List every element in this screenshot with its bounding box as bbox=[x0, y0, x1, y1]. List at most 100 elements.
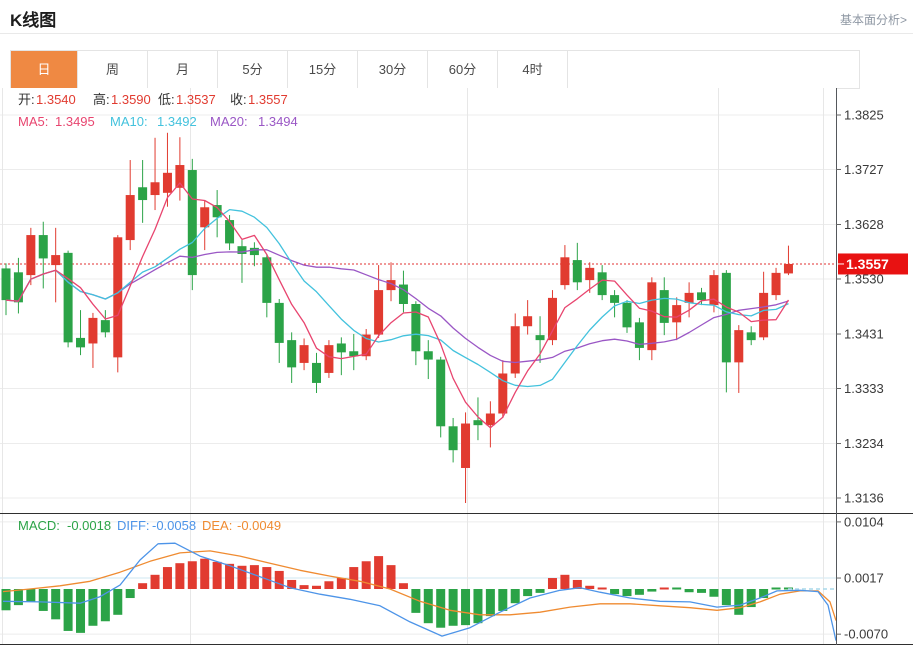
macd-bar bbox=[685, 589, 694, 592]
macd-info-label: DIFF: bbox=[117, 518, 150, 533]
candle-body bbox=[51, 255, 60, 265]
candle-body bbox=[573, 260, 582, 282]
candle-body bbox=[523, 316, 532, 326]
macd-bar bbox=[772, 588, 781, 590]
macd-bar bbox=[374, 556, 383, 589]
candle-body bbox=[64, 253, 73, 342]
candle-body bbox=[138, 187, 147, 200]
price-tag-label: 1.3557 bbox=[846, 256, 889, 272]
ohlc-label: 低: bbox=[158, 92, 175, 107]
candle-body bbox=[486, 414, 495, 426]
candle-body bbox=[275, 303, 284, 343]
macd-bar bbox=[647, 589, 656, 592]
candle-body bbox=[660, 290, 669, 323]
macd-bar bbox=[200, 559, 209, 589]
macd-bar bbox=[623, 589, 632, 596]
candle-body bbox=[39, 235, 48, 258]
macd-bar bbox=[709, 589, 718, 597]
macd-bar bbox=[536, 589, 545, 593]
candle-body bbox=[610, 295, 619, 303]
candle-body bbox=[337, 343, 346, 352]
macd-axis-label: 0.0104 bbox=[844, 514, 884, 529]
macd-info-value: -0.0049 bbox=[237, 518, 281, 533]
macd-bar bbox=[275, 571, 284, 589]
y-axis-label: 1.3628 bbox=[844, 217, 884, 232]
macd-bar bbox=[424, 589, 433, 623]
macd-bar bbox=[76, 589, 85, 633]
candle-body bbox=[175, 165, 184, 188]
candle-body bbox=[88, 318, 97, 344]
candle-body bbox=[151, 182, 160, 195]
ma-label: MA20: bbox=[210, 114, 248, 129]
macd-bar bbox=[461, 589, 470, 625]
macd-bar bbox=[138, 583, 147, 589]
candle-body bbox=[26, 235, 35, 275]
macd-bar bbox=[399, 583, 408, 589]
candle-body bbox=[300, 345, 309, 363]
candle-body bbox=[449, 426, 458, 450]
macd-bar bbox=[51, 589, 60, 619]
macd-bar bbox=[163, 567, 172, 589]
macd-info-value: -0.0018 bbox=[67, 518, 111, 533]
candle-body bbox=[312, 363, 321, 383]
macd-bar bbox=[498, 589, 507, 611]
ohlc-label: 高: bbox=[93, 92, 110, 107]
candle-body bbox=[287, 340, 296, 367]
macd-bar bbox=[324, 581, 333, 589]
macd-bar bbox=[585, 586, 594, 589]
candle-body bbox=[225, 220, 234, 243]
ohlc-label: 开: bbox=[18, 92, 35, 107]
candle-body bbox=[113, 237, 122, 357]
macd-bar bbox=[473, 589, 482, 623]
macd-bar bbox=[151, 575, 160, 589]
macd-bar bbox=[672, 588, 681, 590]
macd-bar bbox=[126, 589, 135, 598]
macd-bar bbox=[26, 589, 35, 602]
ohlc-value: 1.3537 bbox=[176, 92, 216, 107]
macd-bar bbox=[449, 589, 458, 626]
kline-chart-canvas[interactable]: 1.38251.37271.36281.35301.34311.33331.32… bbox=[0, 0, 913, 645]
macd-bar bbox=[635, 589, 644, 595]
macd-bar bbox=[734, 589, 743, 615]
candle-body bbox=[101, 320, 110, 332]
macd-bar bbox=[349, 567, 358, 589]
macd-bar bbox=[387, 565, 396, 589]
candle-body bbox=[697, 292, 706, 300]
macd-bar bbox=[312, 586, 321, 589]
macd-bar bbox=[486, 589, 495, 616]
y-axis-label: 1.3825 bbox=[844, 108, 884, 123]
ma-label: MA5: bbox=[18, 114, 48, 129]
candle-body bbox=[647, 282, 656, 350]
y-axis-label: 1.3727 bbox=[844, 162, 884, 177]
macd-bar bbox=[225, 564, 234, 589]
candle-body bbox=[672, 305, 681, 322]
macd-bar bbox=[2, 589, 11, 610]
candle-body bbox=[374, 290, 383, 334]
macd-bar bbox=[523, 589, 532, 596]
kline-page: K线图 基本面分析> 日周月5分15分30分60分4时 1.38251.3727… bbox=[0, 0, 913, 645]
macd-bar bbox=[300, 585, 309, 589]
candle-body bbox=[324, 345, 333, 373]
macd-bar bbox=[548, 578, 557, 589]
candle-body bbox=[585, 268, 594, 280]
candle-body bbox=[14, 272, 23, 302]
macd-info-label: DEA: bbox=[202, 518, 232, 533]
y-axis-label: 1.3234 bbox=[844, 436, 884, 451]
macd-bar bbox=[175, 563, 184, 589]
macd-bar bbox=[337, 578, 346, 589]
ma-value: 1.3494 bbox=[258, 114, 298, 129]
candle-body bbox=[623, 303, 632, 327]
candle-body bbox=[461, 424, 470, 468]
candle-body bbox=[76, 338, 85, 347]
candle-body bbox=[560, 257, 569, 285]
macd-bar bbox=[14, 589, 23, 605]
candle-body bbox=[734, 330, 743, 362]
macd-bar bbox=[250, 565, 259, 589]
macd-bar bbox=[511, 589, 520, 603]
ohlc-value: 1.3557 bbox=[248, 92, 288, 107]
macd-bar bbox=[113, 589, 122, 615]
candle-body bbox=[126, 195, 135, 240]
macd-bar bbox=[64, 589, 73, 631]
candle-body bbox=[511, 326, 520, 373]
ma-value: 1.3495 bbox=[55, 114, 95, 129]
